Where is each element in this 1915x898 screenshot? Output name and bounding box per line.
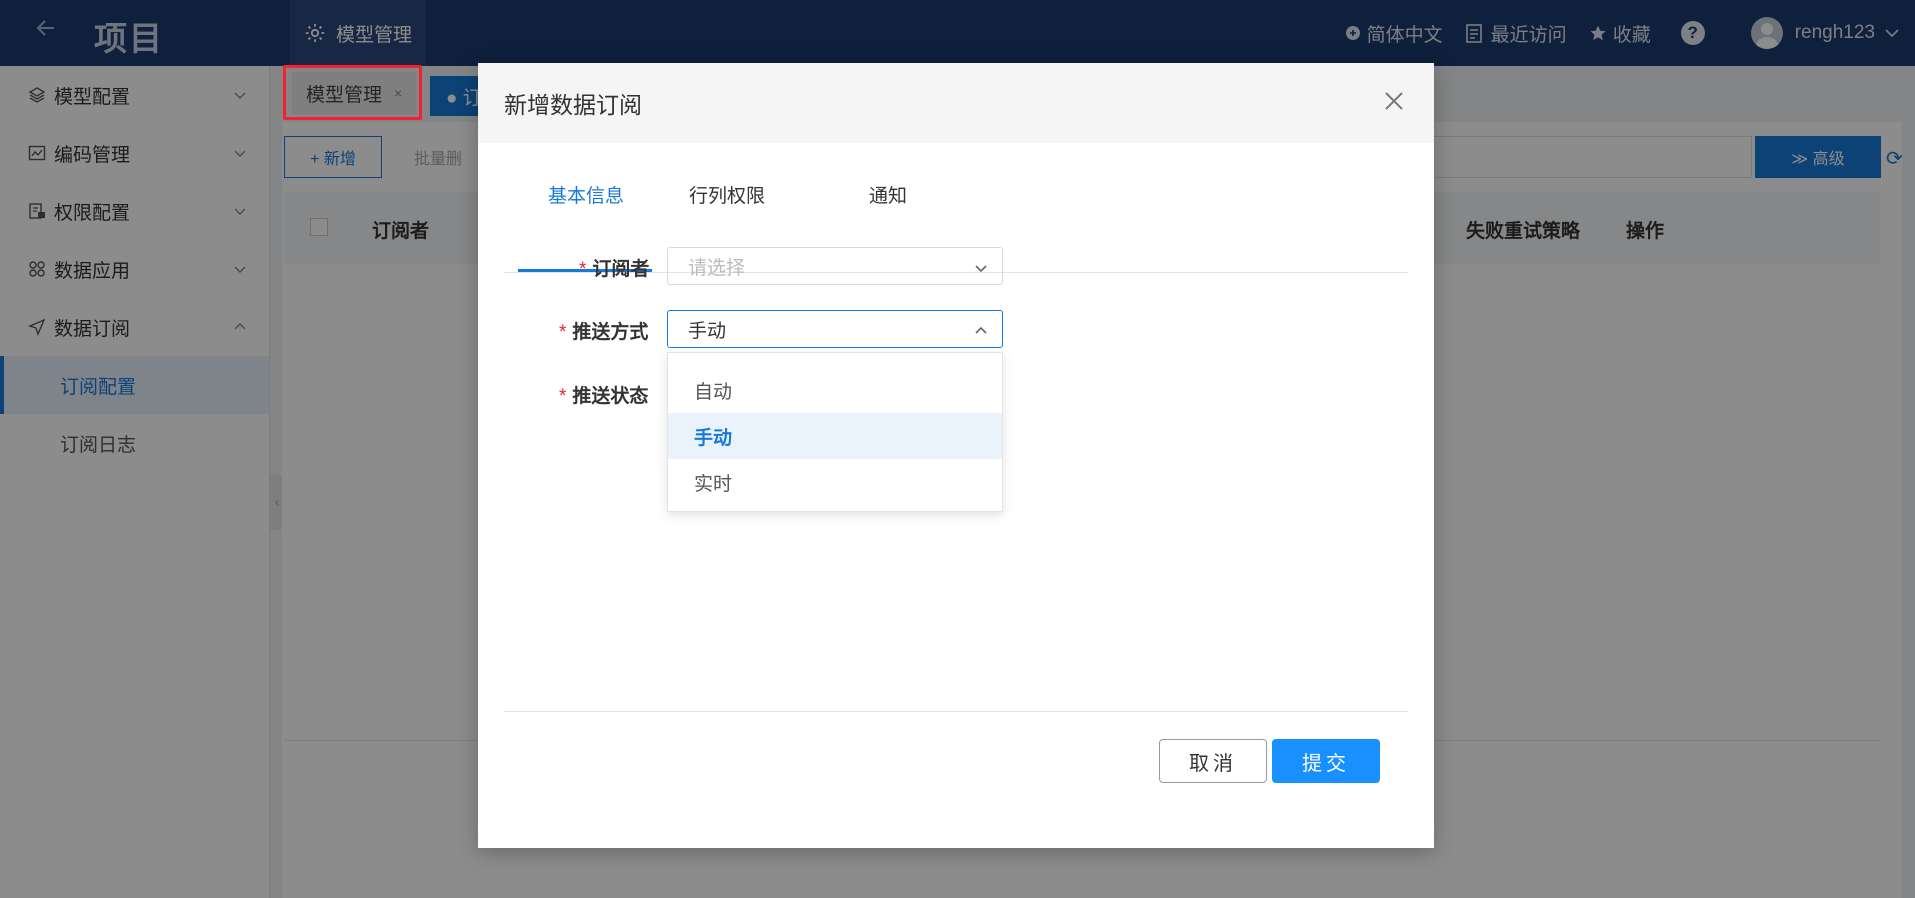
push-mode-label: * 推送方式	[559, 317, 648, 344]
push-status-label: * 推送状态	[559, 381, 648, 408]
push-mode-value: 手动	[688, 320, 727, 342]
dropdown-option-manual[interactable]: 手动	[668, 413, 1002, 459]
cancel-button[interactable]: 取消	[1159, 739, 1267, 783]
chevron-down-icon	[975, 265, 987, 273]
push-mode-select[interactable]: 手动	[667, 310, 1003, 348]
required-mark: *	[559, 322, 567, 343]
dropdown-option-realtime[interactable]: 实时	[668, 459, 1002, 505]
subscriber-placeholder: 请选择	[688, 257, 746, 279]
push-mode-dropdown: 自动 手动 实时	[667, 352, 1003, 512]
modal-title: 新增数据订阅	[504, 92, 642, 118]
modal-header: 新增数据订阅	[478, 63, 1434, 143]
label-text: 订阅者	[592, 259, 650, 280]
subscriber-label: * 订阅者	[579, 254, 649, 281]
tab-row-column-permissions[interactable]: 行列权限	[689, 181, 765, 234]
required-mark: *	[559, 386, 567, 407]
label-text: 推送状态	[572, 386, 649, 407]
tab-basic-info[interactable]: 基本信息	[548, 181, 624, 234]
dropdown-option-auto[interactable]: 自动	[668, 367, 1002, 413]
submit-button[interactable]: 提交	[1272, 739, 1380, 783]
required-mark: *	[579, 259, 587, 280]
modal-footer-divider	[504, 711, 1408, 712]
add-subscription-modal: 新增数据订阅 基本信息 行列权限 通知 * 订阅者 请选择 * 推送方式 手动 * 推…	[478, 63, 1434, 848]
highlight-box	[283, 65, 422, 120]
label-text: 推送方式	[572, 322, 649, 343]
close-icon[interactable]	[1382, 89, 1406, 113]
tab-notification[interactable]: 通知	[869, 181, 907, 234]
subscriber-select[interactable]: 请选择	[667, 247, 1003, 285]
chevron-up-icon	[975, 326, 987, 334]
